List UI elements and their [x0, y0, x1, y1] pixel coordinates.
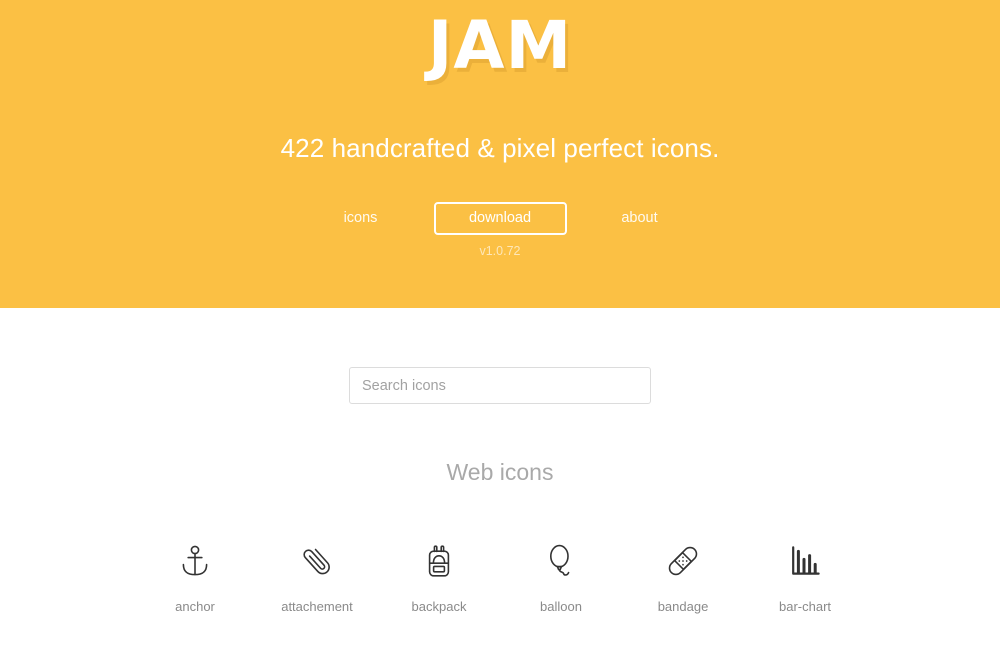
icon-label: attachement	[281, 599, 353, 614]
nav-link-about[interactable]: about	[580, 201, 700, 235]
icon-label: balloon	[540, 599, 582, 614]
icon-cell-bar-chart[interactable]: bar-chart	[744, 538, 866, 615]
icon-cell-bandage[interactable]: bandage	[622, 538, 744, 615]
site-logo: JAM	[427, 7, 573, 84]
icon-label: bandage	[657, 599, 709, 614]
icon-cell-backpack[interactable]: backpack	[378, 538, 500, 615]
version-label: v1.0.72	[479, 244, 521, 258]
icon-label: backpack	[411, 599, 467, 614]
download-button[interactable]: download	[433, 201, 567, 235]
anchor-icon	[134, 538, 256, 584]
bandage-icon	[622, 538, 744, 584]
hero-tagline: 422 handcrafted & pixel perfect icons.	[280, 133, 720, 163]
icon-label: bar-chart	[778, 599, 832, 614]
bar-chart-icon	[744, 538, 866, 584]
backpack-icon	[378, 538, 500, 584]
icon-cell-balloon[interactable]: balloon	[500, 538, 622, 615]
icon-label: anchor	[175, 599, 215, 614]
section-title-web-icons: Web icons	[446, 459, 554, 485]
search-input[interactable]	[349, 367, 651, 404]
search-section	[0, 308, 1000, 404]
icon-cell-anchor[interactable]: anchor	[134, 538, 256, 615]
balloon-icon	[500, 538, 622, 584]
hero-banner: JAM 422 handcrafted & pixel perfect icon…	[0, 0, 1000, 308]
nav-link-icons[interactable]: icons	[301, 201, 421, 235]
main-nav: icons download about	[0, 164, 1000, 235]
attachement-icon	[256, 538, 378, 584]
icon-cell-attachement[interactable]: attachement	[256, 538, 378, 615]
icon-grid: anchor attachement backpack balloon band…	[0, 486, 1000, 615]
